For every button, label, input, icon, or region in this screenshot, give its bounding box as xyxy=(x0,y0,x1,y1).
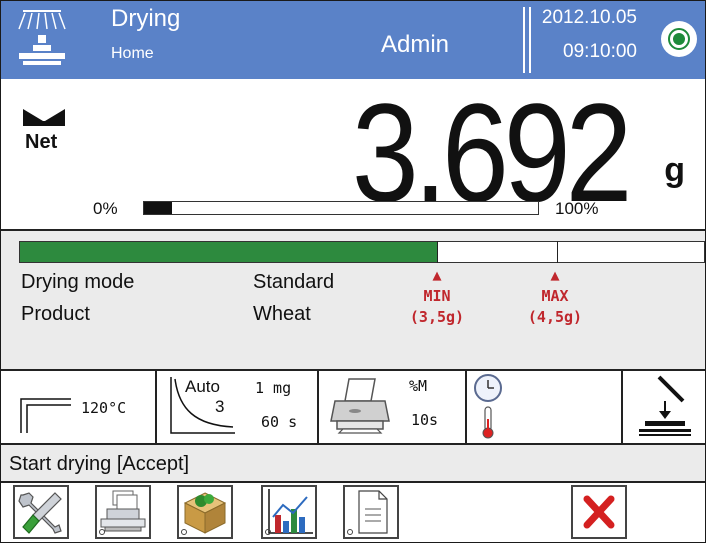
thermometer-icon xyxy=(482,406,494,439)
drying-mode-label: Drying mode xyxy=(21,271,135,293)
min-threshold-line xyxy=(437,241,438,263)
stability-marker-icon xyxy=(23,109,65,126)
level-indicator-button[interactable] xyxy=(661,21,697,57)
open-chamber-shortcut[interactable] xyxy=(623,369,705,443)
weight-unit[interactable]: g xyxy=(664,151,685,190)
net-label: Net xyxy=(25,131,58,153)
user-name[interactable]: Admin xyxy=(381,31,449,59)
temperature-value: 120°C xyxy=(81,399,127,417)
products-button[interactable] xyxy=(177,485,233,539)
product-value: Wheat xyxy=(253,303,311,325)
max-marker-label: MAX xyxy=(541,287,569,305)
chart-icon xyxy=(265,489,313,535)
header-divider xyxy=(523,7,525,73)
cancel-icon xyxy=(583,495,615,529)
step-profile-icon xyxy=(20,398,71,433)
date-display[interactable]: 2012.10.05 xyxy=(542,7,637,29)
level-indicator-icon xyxy=(668,28,690,50)
printer-icon xyxy=(330,378,390,434)
min-marker-label: MIN xyxy=(423,287,451,305)
printout-shortcut[interactable]: %M 10s xyxy=(319,369,467,443)
temperature-profile-shortcut[interactable]: 120°C xyxy=(1,369,157,443)
product-box-icon xyxy=(181,492,227,535)
reports-chart-button[interactable] xyxy=(261,485,317,539)
settings-tools-icon xyxy=(18,492,62,534)
max-marker-arrow-icon: ▲ xyxy=(550,266,560,284)
clock-icon xyxy=(474,374,502,402)
print-interval: 10s xyxy=(411,411,439,429)
capacity-max-label: 100% xyxy=(555,199,599,218)
settings-button[interactable] xyxy=(13,485,69,539)
finish-mode-value: 3 xyxy=(215,397,225,416)
report-button[interactable] xyxy=(343,485,399,539)
drying-chamber-icon xyxy=(639,375,691,436)
finish-mode-label: Auto xyxy=(185,377,220,396)
status-bar: Start drying [Accept] xyxy=(1,445,705,483)
capacity-bar xyxy=(143,201,539,215)
database-icon xyxy=(99,490,146,535)
time-temperature-shortcut[interactable] xyxy=(467,369,623,443)
report-document-icon xyxy=(347,490,388,535)
drying-screen: Drying Home Admin 2012.10.05 09:10:00 Ne… xyxy=(0,0,706,543)
min-marker-value: (3,5g) xyxy=(409,308,465,326)
bottom-button-bar xyxy=(1,483,705,542)
time-display[interactable]: 09:10:00 xyxy=(563,41,637,63)
capacity-min-label: 0% xyxy=(93,199,118,218)
max-marker-value: (4,5g) xyxy=(527,308,583,326)
min-marker: ▲ MIN (3,5g) xyxy=(399,265,475,328)
max-threshold-line xyxy=(557,241,558,263)
drying-progress-bar xyxy=(19,241,705,263)
header-divider xyxy=(529,7,531,73)
drying-progress-fill xyxy=(20,242,438,262)
database-button[interactable] xyxy=(95,485,151,539)
drying-parameters-row: 120°C Auto 3 1 mg 60 s %M 10s xyxy=(1,369,705,445)
drying-mode-value: Standard xyxy=(253,271,335,293)
status-message: Start drying [Accept] xyxy=(9,453,190,475)
mode-title[interactable]: Drying xyxy=(111,5,180,33)
finish-mode-shortcut[interactable]: Auto 3 1 mg 60 s xyxy=(157,369,319,443)
drying-info-panel: Drying mode Standard Product Wheat ▲ MIN… xyxy=(1,229,705,371)
capacity-bar-fill xyxy=(144,202,172,214)
weighing-display: Net 3.692 g 0% 100% xyxy=(1,81,705,227)
finish-time: 60 s xyxy=(261,413,298,431)
print-result-label: %M xyxy=(409,377,428,395)
header-bar: Drying Home Admin 2012.10.05 09:10:00 xyxy=(1,1,705,79)
balance-logo-icon[interactable] xyxy=(15,9,69,69)
product-label: Product xyxy=(21,303,90,325)
cancel-button[interactable] xyxy=(571,485,627,539)
mode-subtitle[interactable]: Home xyxy=(111,45,154,63)
finish-weight: 1 mg xyxy=(255,379,292,397)
min-marker-arrow-icon: ▲ xyxy=(432,266,442,284)
max-marker: ▲ MAX (4,5g) xyxy=(517,265,593,328)
